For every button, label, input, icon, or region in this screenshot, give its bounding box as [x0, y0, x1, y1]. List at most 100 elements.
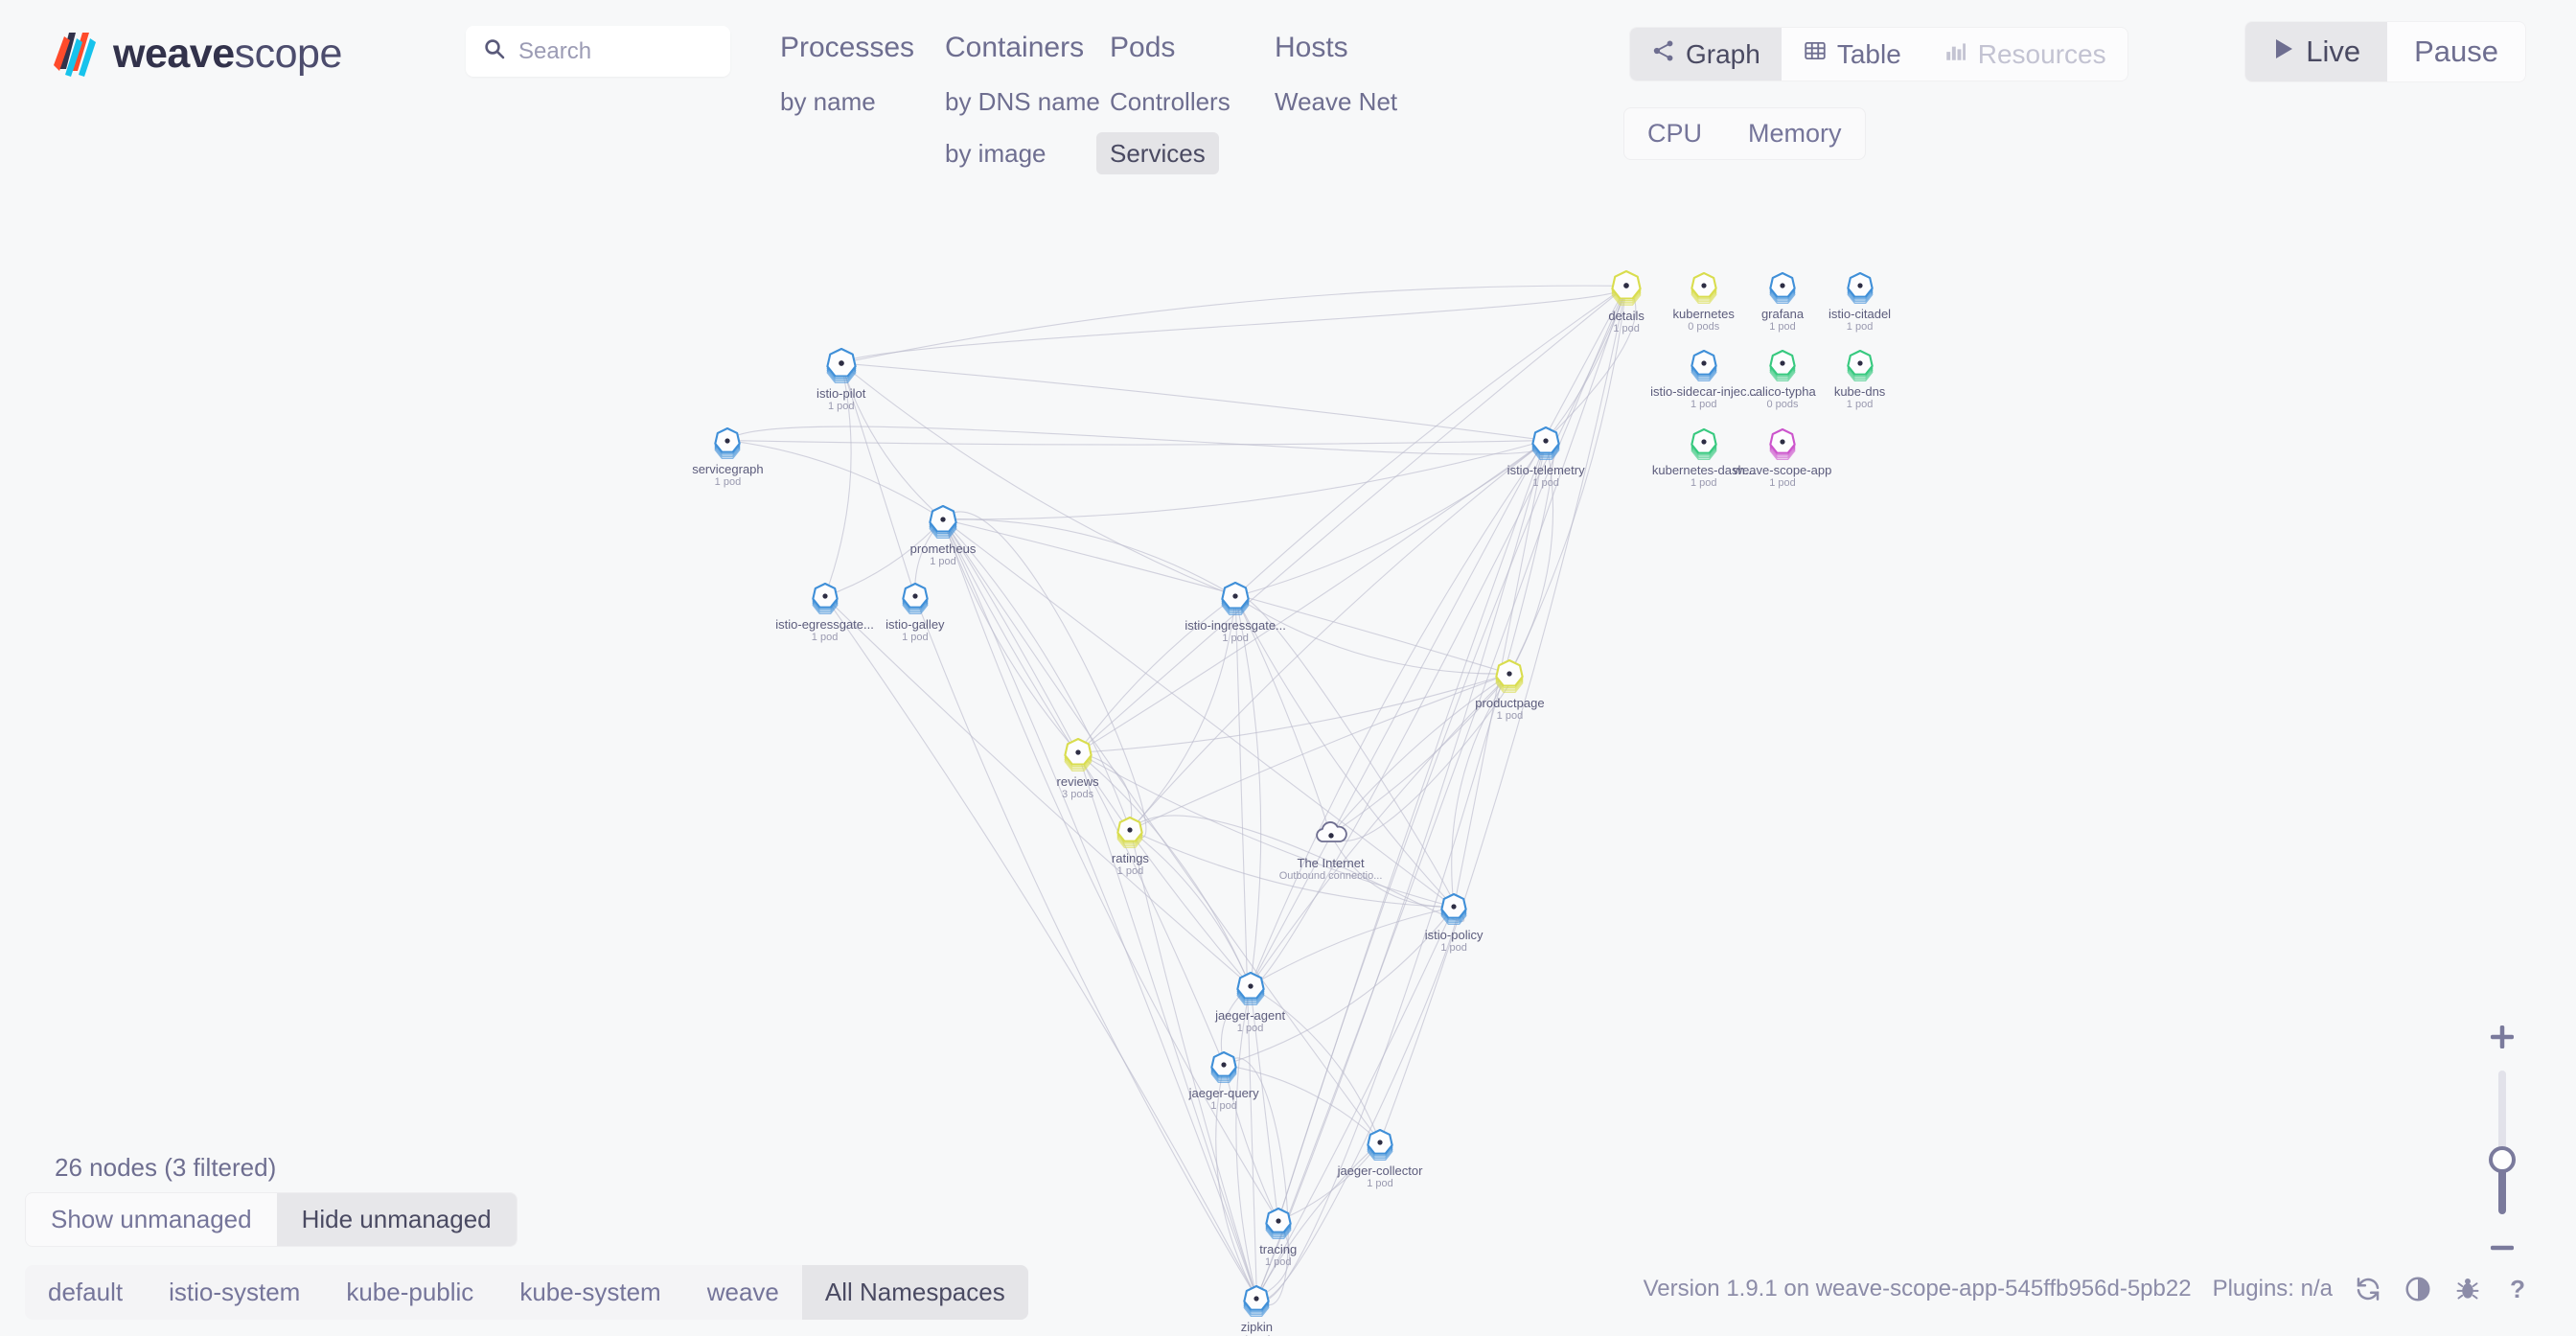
graph-node-label: kube-dns: [1833, 383, 1886, 399]
zoom-out-icon[interactable]: [2486, 1232, 2518, 1264]
graph-node-grafana[interactable]: grafana 1 pod: [1761, 265, 1804, 333]
service-node-icon: [1210, 1051, 1237, 1084]
graph-node-sublabel: 1 pod: [1690, 477, 1717, 490]
graph-node-sublabel: 1 pod: [902, 632, 929, 644]
graph-node-label: istio-sidecar-injec...: [1650, 383, 1758, 399]
graph-node-sublabel: 1 pod: [1440, 942, 1467, 955]
graph-node-sublabel: 1 pod: [1769, 321, 1796, 334]
graph-node-label: The Internet: [1297, 856, 1365, 871]
service-node-icon: [714, 426, 742, 459]
graph-node-reviews[interactable]: reviews 3 pods: [1057, 731, 1099, 800]
graph-node-kube-dns[interactable]: kube-dns 1 pod: [1834, 343, 1885, 410]
service-node-icon: [1221, 582, 1250, 616]
help-icon[interactable]: ?: [2503, 1275, 2532, 1303]
service-node-icon: [1116, 816, 1144, 848]
graph-node-tracing[interactable]: tracing 1 pod: [1258, 1201, 1299, 1268]
graph-node-label: productpage: [1475, 696, 1545, 710]
graph-node-servicegraph[interactable]: servicegraph 1 pod: [692, 421, 764, 488]
graph-node-sublabel: 1 pod: [1846, 398, 1874, 410]
graph-node-the-internet[interactable]: The Internet Outbound connectio...: [1279, 815, 1382, 882]
graph-node-sublabel: 1 pod: [1116, 864, 1144, 877]
graph-canvas[interactable]: details 1 pod kubernetes 0 pods grafana 1 p…: [0, 0, 2576, 1336]
contrast-icon[interactable]: [2404, 1275, 2432, 1303]
graph-node-sublabel: 0 pods: [1688, 321, 1720, 334]
service-node-icon: [1846, 349, 1874, 381]
status-bar: Version 1.9.1 on weave-scope-app-545ffb9…: [1644, 1275, 2532, 1303]
service-node-icon: [811, 583, 839, 615]
graph-node-istio-telemetry[interactable]: istio-telemetry 1 pod: [1507, 420, 1585, 489]
graph-node-sublabel: 1 pod: [930, 555, 956, 567]
graph-node-istio-galley[interactable]: istio-galley 1 pod: [886, 576, 945, 643]
service-node-icon: [1769, 428, 1796, 461]
service-node-icon: [1690, 349, 1717, 381]
graph-node-calico-typha[interactable]: calico-typha 0 pods: [1749, 343, 1816, 410]
hide-unmanaged-button[interactable]: Hide unmanaged: [276, 1193, 517, 1246]
graph-node-label: ratings: [1111, 850, 1149, 865]
graph-node-kubernetes-dashboard[interactable]: kubernetes-dash... 1 pod: [1652, 422, 1756, 489]
graph-node-jaeger-collector[interactable]: jaeger-collector 1 pod: [1338, 1122, 1422, 1189]
svg-text:?: ?: [2510, 1275, 2525, 1303]
service-node-icon: [1690, 428, 1717, 461]
graph-node-jaeger-query[interactable]: jaeger-query 1 pod: [1189, 1045, 1259, 1112]
service-node-icon: [1769, 272, 1796, 305]
unmanaged-toggle: Show unmanaged Hide unmanaged: [25, 1192, 518, 1247]
graph-node-ratings[interactable]: ratings 1 pod: [1110, 810, 1150, 877]
graph-node-weave-scope-app[interactable]: weave-scope-app 1 pod: [1734, 422, 1831, 489]
graph-node-sublabel: 3 pods: [1062, 789, 1094, 801]
graph-node-details[interactable]: details 1 pod: [1604, 264, 1648, 334]
zoom-in-icon[interactable]: [2486, 1021, 2518, 1053]
zoom-slider-track[interactable]: [2489, 1071, 2516, 1214]
namespace-kube-public[interactable]: kube-public: [323, 1265, 496, 1320]
graph-node-label: zipkin: [1240, 1319, 1274, 1334]
graph-node-istio-ingressgateway[interactable]: istio-ingressgate... 1 pod: [1184, 575, 1286, 644]
refresh-icon[interactable]: [2354, 1275, 2382, 1303]
service-node-icon: [1440, 893, 1467, 926]
graph-node-label: istio-pilot: [816, 385, 866, 401]
graph-node-sublabel: 1 pod: [714, 475, 742, 488]
graph-node-zipkin[interactable]: zipkin1 pod: [1236, 1278, 1276, 1336]
show-unmanaged-button[interactable]: Show unmanaged: [26, 1193, 277, 1246]
cloud-icon: [1315, 821, 1347, 842]
bug-icon[interactable]: [2453, 1275, 2482, 1303]
graph-node-istio-policy[interactable]: istio-policy 1 pod: [1425, 887, 1483, 954]
graph-node-label: details: [1608, 309, 1644, 324]
plugins-label: Plugins: n/a: [2212, 1276, 2333, 1301]
node-count-label: 26 nodes (3 filtered): [55, 1153, 277, 1182]
graph-node-istio-pilot[interactable]: istio-pilot 1 pod: [816, 341, 865, 412]
graph-node-label: istio-galley: [886, 617, 945, 633]
graph-node-label: istio-telemetry: [1506, 462, 1585, 477]
service-node-icon: [826, 347, 857, 383]
namespace-kube-system[interactable]: kube-system: [496, 1265, 683, 1320]
service-node-icon: [929, 504, 957, 539]
graph-node-sublabel: 1 pod: [1496, 710, 1524, 722]
graph-node-sublabel: 0 pods: [1766, 398, 1799, 410]
graph-node-sublabel: 1 pod: [1769, 477, 1796, 490]
graph-node-sublabel: 1 pod: [1210, 1100, 1237, 1113]
graph-node-sublabel: 1 pod: [1222, 633, 1249, 645]
graph-node-label: kubernetes: [1672, 307, 1735, 322]
namespace-default[interactable]: default: [25, 1265, 146, 1320]
namespace-istio-system[interactable]: istio-system: [146, 1265, 323, 1320]
graph-node-prometheus[interactable]: prometheus 1 pod: [910, 498, 976, 567]
graph-node-label: istio-egressgate...: [775, 617, 874, 633]
graph-node-label: prometheus: [909, 541, 977, 556]
graph-node-istio-citadel[interactable]: istio-citadel 1 pod: [1828, 265, 1891, 333]
graph-node-jaeger-agent[interactable]: jaeger-agent 1 pod: [1215, 965, 1285, 1034]
namespace-weave[interactable]: weave: [684, 1265, 802, 1320]
graph-node-label: reviews: [1056, 774, 1099, 790]
graph-node-sublabel: 1 pod: [1236, 1022, 1264, 1034]
service-node-icon: [902, 583, 929, 615]
graph-node-label: servicegraph: [692, 461, 764, 476]
graph-node-sublabel: 1 pod: [811, 632, 839, 644]
zoom-slider-handle[interactable]: [2489, 1146, 2516, 1173]
graph-node-kubernetes[interactable]: kubernetes 0 pods: [1673, 265, 1735, 333]
graph-node-sublabel: 1 pod: [1264, 1255, 1292, 1268]
graph-node-sublabel: 1 pod: [1532, 476, 1559, 489]
service-node-icon: [1846, 272, 1874, 305]
graph-node-sublabel: 1 pod: [1690, 398, 1717, 410]
graph-node-label: jaeger-query: [1188, 1086, 1259, 1101]
graph-node-productpage[interactable]: productpage 1 pod: [1475, 653, 1545, 722]
graph-node-istio-sidecar-injector[interactable]: istio-sidecar-injec... 1 pod: [1650, 343, 1757, 410]
graph-node-istio-egressgateway[interactable]: istio-egressgate... 1 pod: [775, 576, 874, 643]
namespace-all[interactable]: All Namespaces: [801, 1265, 1028, 1320]
